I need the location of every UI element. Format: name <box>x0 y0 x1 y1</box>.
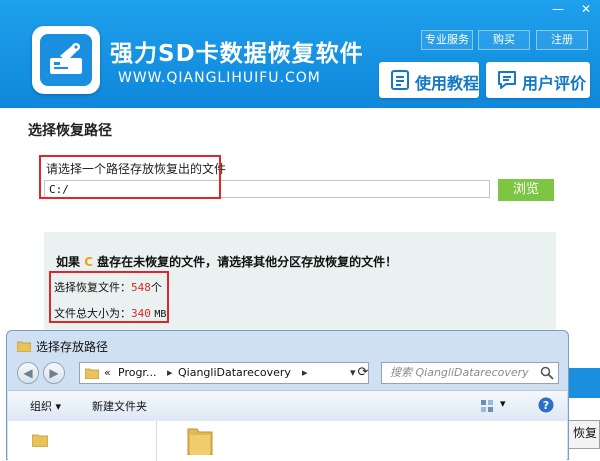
folder-icon[interactable] <box>186 425 214 455</box>
search-icon <box>540 366 554 380</box>
dialog-toolbar: 组织 ▾ 新建文件夹 ▾ ? <box>8 390 567 422</box>
sd-card-tool-icon <box>50 43 82 74</box>
app-title: 强力SD卡数据恢复软件 <box>110 41 364 67</box>
highlight-frame-path <box>39 155 221 199</box>
breadcrumb-qianglidatarecovery[interactable]: QiangliDatarecovery <box>178 363 291 383</box>
app-url: WWW.QIANGLIHUIFU.COM <box>118 70 321 86</box>
minimize-button[interactable]: — <box>545 0 571 18</box>
dialog-content <box>8 421 567 461</box>
user-review-label: 用户评价 <box>522 74 587 93</box>
forward-button[interactable]: ▶ <box>43 362 65 384</box>
warning-drive: C <box>84 255 93 269</box>
app-header: 强力SD卡数据恢复软件 WWW.QIANGLIHUIFU.COM — ✕ 专业服… <box>0 0 600 108</box>
search-input[interactable]: 搜索 QiangliDatarecovery <box>381 362 559 384</box>
chevron-down-icon[interactable]: ▾ <box>500 397 506 410</box>
dialog-title: 选择存放路径 <box>36 340 109 354</box>
tutorial-label: 使用教程 <box>415 74 480 93</box>
folder-icon <box>85 368 99 379</box>
register-link[interactable]: 注册 <box>536 30 588 50</box>
back-button[interactable]: ◀ <box>17 362 39 384</box>
user-review-button[interactable]: 用户评价 <box>486 62 590 98</box>
document-icon <box>391 70 409 90</box>
svg-text:?: ? <box>543 399 549 412</box>
tutorial-button[interactable]: 使用教程 <box>379 62 479 98</box>
close-button[interactable]: ✕ <box>573 0 599 18</box>
new-folder-button[interactable]: 新建文件夹 <box>92 398 147 414</box>
recover-button-partial[interactable]: 恢复 <box>568 420 600 449</box>
pro-service-link[interactable]: 专业服务 <box>421 30 473 50</box>
chevron-right-icon: ▸ <box>167 366 173 379</box>
address-bar[interactable]: « Progr... ▸ QiangliDatarecovery ▸ ▾ <box>79 362 369 384</box>
app-logo <box>32 26 100 94</box>
highlight-frame-stats <box>49 271 169 323</box>
breadcrumb-programs[interactable]: Progr... <box>118 363 156 383</box>
buy-link[interactable]: 购买 <box>478 30 530 50</box>
organize-menu[interactable]: 组织 ▾ <box>30 398 61 414</box>
refresh-button[interactable]: ⟳ <box>352 362 374 384</box>
comment-icon <box>498 71 516 89</box>
browse-button[interactable]: 浏览 <box>498 179 554 201</box>
help-icon[interactable]: ? <box>538 397 554 413</box>
folder-icon[interactable] <box>32 433 48 447</box>
background-blue-button[interactable] <box>568 368 600 398</box>
view-options-icon[interactable] <box>480 399 494 413</box>
warning-text: 如果 C 盘存在未恢复的文件，请选择其他分区存放恢复的文件！ <box>56 255 398 269</box>
chevron-right-icon: ▸ <box>302 366 308 379</box>
select-path-dialog: 选择存放路径 ◀ ▶ « Progr... ▸ QiangliDatarecov… <box>6 330 569 461</box>
pane-divider[interactable] <box>156 421 157 461</box>
section-title: 选择恢复路径 <box>28 123 112 139</box>
address-prefix: « <box>104 366 111 379</box>
folder-icon <box>17 341 31 352</box>
